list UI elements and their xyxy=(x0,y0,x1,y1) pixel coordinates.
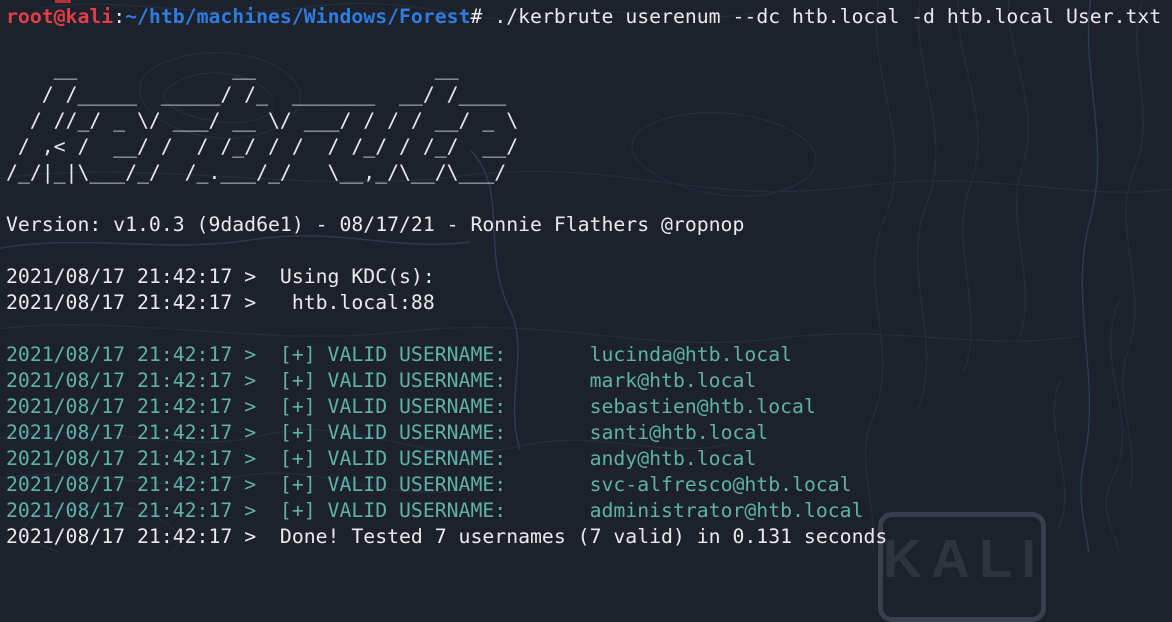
valid-username-value: administrator@htb.local xyxy=(590,499,864,522)
terminal-output[interactable]: root@kali:~/htb/machines/Windows/Forest#… xyxy=(6,4,1172,550)
kerbrute-banner-line: __ __ __ xyxy=(6,56,1172,82)
log-timestamp: 2021/08/17 21:42:17 xyxy=(6,499,232,522)
log-message: Done! Tested 7 usernames (7 valid) in 0.… xyxy=(280,525,887,548)
shell-prompt-line: root@kali:~/htb/machines/Windows/Forest#… xyxy=(6,4,1172,30)
log-line-done: 2021/08/17 21:42:17 > Done! Tested 7 use… xyxy=(6,524,1172,550)
log-timestamp: 2021/08/17 21:42:17 xyxy=(6,447,232,470)
log-timestamp: 2021/08/17 21:42:17 xyxy=(6,291,232,314)
valid-username-label: [+] VALID USERNAME: xyxy=(280,473,590,496)
valid-username-label: [+] VALID USERNAME: xyxy=(280,369,590,392)
kerbrute-banner-line: / /_____ _____/ /_ _______ __/ /____ xyxy=(6,82,1172,108)
log-separator: > xyxy=(232,291,280,314)
log-timestamp: 2021/08/17 21:42:17 xyxy=(6,525,232,548)
log-line-valid-username: 2021/08/17 21:42:17 > [+] VALID USERNAME… xyxy=(6,368,1172,394)
log-message: htb.local:88 xyxy=(280,291,435,314)
valid-username-label: [+] VALID USERNAME: xyxy=(280,499,590,522)
log-line-valid-username: 2021/08/17 21:42:17 > [+] VALID USERNAME… xyxy=(6,394,1172,420)
log-line-kdc-header: 2021/08/17 21:42:17 > Using KDC(s): xyxy=(6,264,1172,290)
log-separator: > xyxy=(232,447,280,470)
kerbrute-banner-line: / ,< / __/ / / /_/ / / / /_/ / /_/ __/ xyxy=(6,134,1172,160)
log-message: Using KDC(s): xyxy=(280,265,435,288)
log-timestamp: 2021/08/17 21:42:17 xyxy=(6,473,232,496)
blank-line xyxy=(6,238,1172,264)
previous-line-fragment xyxy=(55,0,71,3)
valid-username-value: andy@htb.local xyxy=(590,447,757,470)
log-separator: > xyxy=(232,499,280,522)
log-separator: > xyxy=(232,421,280,444)
log-line-kdc-entry: 2021/08/17 21:42:17 > htb.local:88 xyxy=(6,290,1172,316)
prompt-path: ~/htb/machines/Windows/Forest xyxy=(125,5,470,28)
log-separator: > xyxy=(232,473,280,496)
log-timestamp: 2021/08/17 21:42:17 xyxy=(6,265,232,288)
log-timestamp: 2021/08/17 21:42:17 xyxy=(6,369,232,392)
kerbrute-banner-line: / //_/ _ \/ ___/ __ \/ ___/ / / / __/ _ … xyxy=(6,108,1172,134)
log-line-valid-username: 2021/08/17 21:42:17 > [+] VALID USERNAME… xyxy=(6,342,1172,368)
blank-line xyxy=(6,186,1172,212)
prompt-hash: # xyxy=(470,5,494,28)
valid-username-label: [+] VALID USERNAME: xyxy=(280,447,590,470)
log-separator: > xyxy=(232,265,280,288)
log-line-valid-username: 2021/08/17 21:42:17 > [+] VALID USERNAME… xyxy=(6,472,1172,498)
log-line-valid-username: 2021/08/17 21:42:17 > [+] VALID USERNAME… xyxy=(6,446,1172,472)
prompt-colon: : xyxy=(113,5,125,28)
log-line-valid-username: 2021/08/17 21:42:17 > [+] VALID USERNAME… xyxy=(6,420,1172,446)
prompt-user-host: root@kali xyxy=(6,5,113,28)
log-timestamp: 2021/08/17 21:42:17 xyxy=(6,343,232,366)
blank-line xyxy=(6,316,1172,342)
blank-line xyxy=(6,30,1172,56)
valid-username-label: [+] VALID USERNAME: xyxy=(280,395,590,418)
command-text: ./kerbrute userenum --dc htb.local -d ht… xyxy=(494,5,1161,28)
kerbrute-banner-line: /_/|_|\___/_/ /_.___/_/ \__,_/\__/\___/ xyxy=(6,160,1172,186)
valid-username-label: [+] VALID USERNAME: xyxy=(280,421,590,444)
valid-username-value: santi@htb.local xyxy=(590,421,769,444)
log-separator: > xyxy=(232,525,280,548)
valid-username-label: [+] VALID USERNAME: xyxy=(280,343,590,366)
log-timestamp: 2021/08/17 21:42:17 xyxy=(6,395,232,418)
valid-username-value: mark@htb.local xyxy=(590,369,757,392)
valid-username-value: lucinda@htb.local xyxy=(590,343,792,366)
log-separator: > xyxy=(232,343,280,366)
log-line-valid-username: 2021/08/17 21:42:17 > [+] VALID USERNAME… xyxy=(6,498,1172,524)
valid-username-value: sebastien@htb.local xyxy=(590,395,816,418)
version-line: Version: v1.0.3 (9dad6e1) - 08/17/21 - R… xyxy=(6,212,1172,238)
log-separator: > xyxy=(232,369,280,392)
log-separator: > xyxy=(232,395,280,418)
log-timestamp: 2021/08/17 21:42:17 xyxy=(6,421,232,444)
valid-username-value: svc-alfresco@htb.local xyxy=(590,473,852,496)
